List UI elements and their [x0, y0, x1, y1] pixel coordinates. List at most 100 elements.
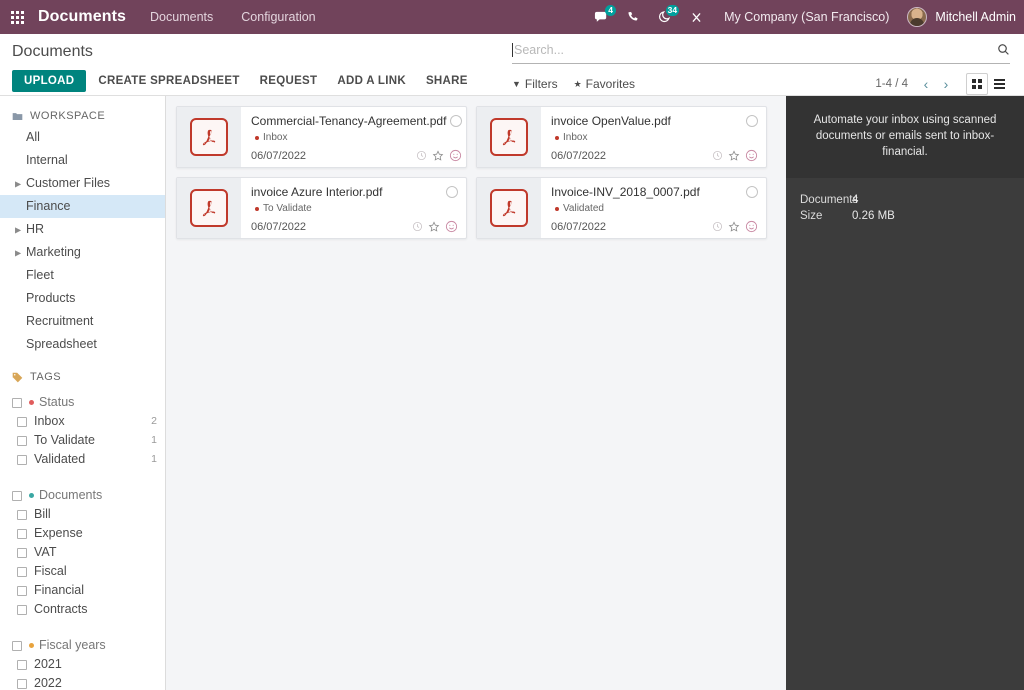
document-thumbnail[interactable]: [477, 107, 541, 167]
document-card-header: invoice OpenValue.pdf: [551, 114, 758, 128]
chevron-right-icon[interactable]: ▶: [15, 221, 21, 238]
assignee-avatar-icon[interactable]: [445, 220, 458, 233]
document-date: 06/07/2022: [551, 220, 607, 233]
tag-facet-status[interactable]: Status: [0, 393, 165, 412]
document-select-circle[interactable]: [746, 115, 758, 127]
sidebar-item-hr[interactable]: ▶ HR: [0, 218, 165, 241]
star-icon[interactable]: [728, 220, 740, 233]
request-button[interactable]: REQUEST: [252, 70, 326, 92]
chevron-right-icon[interactable]: ▶: [15, 244, 21, 261]
checkbox[interactable]: [17, 528, 27, 539]
sidebar-item-spreadsheet[interactable]: Spreadsheet: [0, 333, 165, 356]
pager-next-icon[interactable]: ›: [936, 74, 956, 94]
activities-clock-icon[interactable]: 34: [649, 0, 681, 34]
clock-icon[interactable]: [712, 221, 723, 232]
tag-facet-documents[interactable]: Documents: [0, 486, 165, 505]
document-select-circle[interactable]: [446, 186, 458, 198]
favorites-dropdown[interactable]: ★ Favorites: [574, 77, 635, 91]
company-switcher[interactable]: My Company (San Francisco): [712, 10, 901, 24]
checkbox[interactable]: [17, 509, 27, 520]
document-tag: Inbox: [551, 132, 758, 143]
checkbox[interactable]: [17, 678, 27, 689]
document-date: 06/07/2022: [251, 220, 307, 233]
sidebar-item-customer-files[interactable]: ▶ Customer Files: [0, 172, 165, 195]
phone-icon[interactable]: [618, 0, 649, 34]
tag-item-inbox[interactable]: Inbox 2: [0, 412, 165, 431]
checkbox[interactable]: [17, 585, 27, 596]
tag-item-2022[interactable]: 2022: [0, 674, 165, 690]
search-icon[interactable]: [997, 43, 1010, 56]
checkbox[interactable]: [17, 604, 27, 615]
tag-item-bill[interactable]: Bill: [0, 505, 165, 524]
checkbox[interactable]: [17, 435, 27, 446]
menu-item-documents[interactable]: Documents: [136, 0, 227, 34]
assignee-avatar-icon[interactable]: [745, 220, 758, 233]
document-thumbnail[interactable]: [177, 178, 241, 238]
document-select-circle[interactable]: [450, 115, 463, 127]
filters-dropdown[interactable]: ▼ Filters: [512, 77, 558, 91]
checkbox[interactable]: [17, 659, 27, 670]
sidebar-item-fleet[interactable]: Fleet: [0, 264, 165, 287]
checkbox[interactable]: [12, 490, 22, 501]
document-card[interactable]: invoice OpenValue.pdf Inbox 06/07/2022: [476, 106, 767, 168]
clock-icon[interactable]: [712, 150, 723, 161]
document-name: Commercial-Tenancy-Agreement.pdf: [251, 114, 447, 128]
clock-icon[interactable]: [412, 221, 423, 232]
stat-key: Documents: [800, 194, 859, 206]
checkbox[interactable]: [17, 547, 27, 558]
star-icon[interactable]: [432, 149, 444, 162]
sidebar-item-internal[interactable]: Internal: [0, 149, 165, 172]
tag-item-validated[interactable]: Validated 1: [0, 450, 165, 469]
checkbox[interactable]: [17, 566, 27, 577]
sidebar-item-finance[interactable]: Finance: [0, 195, 165, 218]
document-card-footer: 06/07/2022: [251, 149, 462, 162]
kanban-view-icon[interactable]: [966, 73, 988, 95]
apps-grid-glyph: [10, 10, 24, 24]
checkbox[interactable]: [12, 640, 22, 651]
list-view-icon[interactable]: [988, 73, 1010, 95]
tag-item-fiscal[interactable]: Fiscal: [0, 562, 165, 581]
tag-item-to-validate[interactable]: To Validate 1: [0, 431, 165, 450]
upload-button[interactable]: UPLOAD: [12, 70, 87, 92]
checkbox[interactable]: [17, 454, 27, 465]
sidebar-item-all[interactable]: All: [0, 126, 165, 149]
document-card[interactable]: Invoice-INV_2018_0007.pdf Validated 06/0…: [476, 177, 767, 239]
tag-item-expense[interactable]: Expense: [0, 524, 165, 543]
sidebar-item-marketing[interactable]: ▶ Marketing: [0, 241, 165, 264]
document-card[interactable]: Commercial-Tenancy-Agreement.pdf Inbox 0…: [176, 106, 467, 168]
star-icon[interactable]: [728, 149, 740, 162]
assignee-avatar-icon[interactable]: [745, 149, 758, 162]
control-panel-left: Documents UPLOAD CREATE SPREADSHEET REQU…: [0, 34, 512, 95]
document-select-circle[interactable]: [746, 186, 758, 198]
clock-icon[interactable]: [416, 150, 427, 161]
document-thumbnail[interactable]: [477, 178, 541, 238]
sidebar-item-recruitment[interactable]: Recruitment: [0, 310, 165, 333]
document-card[interactable]: invoice Azure Interior.pdf To Validate 0…: [176, 177, 467, 239]
filter-row: ▼ Filters ★ Favorites 1-4 / 4 ‹ ›: [512, 73, 1024, 95]
menu-item-configuration[interactable]: Configuration: [227, 0, 329, 34]
apps-grid-icon[interactable]: [0, 0, 34, 34]
share-button[interactable]: SHARE: [418, 70, 476, 92]
user-menu[interactable]: Mitchell Admin: [901, 7, 1016, 27]
checkbox[interactable]: [12, 397, 22, 408]
pager-previous-icon[interactable]: ‹: [916, 74, 936, 94]
debug-bug-icon[interactable]: [681, 0, 712, 34]
tag-item-vat[interactable]: VAT: [0, 543, 165, 562]
tag-item-2021[interactable]: 2021: [0, 655, 165, 674]
tag-dot: [255, 206, 259, 211]
assignee-avatar-icon[interactable]: [449, 149, 462, 162]
search-input[interactable]: [514, 42, 997, 57]
sidebar-item-products[interactable]: Products: [0, 287, 165, 310]
tag-item-financial[interactable]: Financial: [0, 581, 165, 600]
tag-item-contracts[interactable]: Contracts: [0, 600, 165, 619]
chevron-right-icon[interactable]: ▶: [15, 175, 21, 192]
star-icon[interactable]: [428, 220, 440, 233]
checkbox[interactable]: [17, 416, 27, 427]
create-spreadsheet-button[interactable]: CREATE SPREADSHEET: [90, 70, 247, 92]
tag-facet-fiscal-years[interactable]: Fiscal years: [0, 636, 165, 655]
add-a-link-button[interactable]: ADD A LINK: [329, 70, 414, 92]
messages-icon[interactable]: 4: [585, 0, 618, 34]
document-thumbnail[interactable]: [177, 107, 241, 167]
search-bar[interactable]: [512, 40, 1010, 64]
